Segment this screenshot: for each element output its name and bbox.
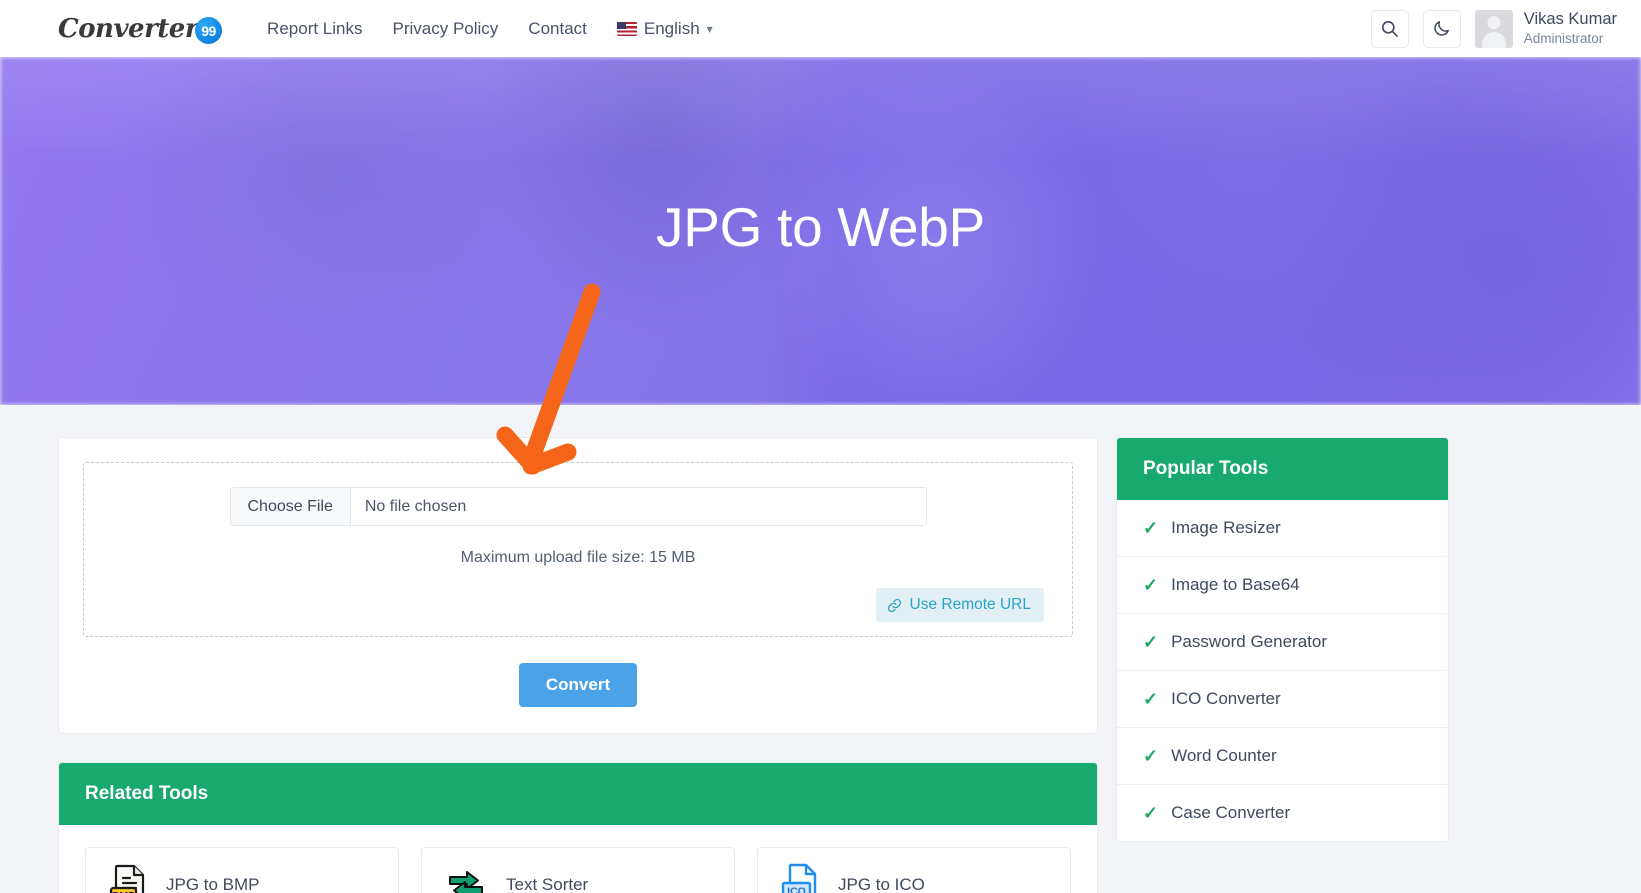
page-title: JPG to WebP (656, 196, 985, 258)
sidebar-item-image-to-base64[interactable]: ✓ Image to Base64 (1117, 557, 1448, 614)
dropzone[interactable]: Choose File No file chosen Maximum uploa… (83, 462, 1073, 637)
site-logo[interactable]: Converter 99 (58, 13, 223, 44)
user-role: Administrator (1523, 30, 1604, 46)
sort-arrows-icon (449, 871, 483, 893)
right-sidebar: Popular Tools ✓ Image Resizer ✓ Image to… (1116, 437, 1449, 842)
sidebar-item-word-counter[interactable]: ✓ Word Counter (1117, 728, 1448, 785)
chevron-down-icon: ▾ (706, 21, 713, 36)
max-upload-size-text: Maximum upload file size: 15 MB (460, 549, 696, 566)
check-icon: ✓ (1143, 746, 1159, 766)
check-icon: ✓ (1143, 518, 1159, 538)
logo-badge: 99 (195, 17, 223, 44)
related-tool-jpg-to-ico[interactable]: ICO JPG to ICO (757, 847, 1071, 893)
sidebar-item-ico-converter[interactable]: ✓ ICO Converter (1117, 671, 1448, 728)
sidebar-item-label: Password Generator (1171, 632, 1327, 651)
logo-text: Converter (58, 13, 199, 44)
related-tool-label: Text Sorter (506, 875, 589, 893)
upload-card: Choose File No file chosen Maximum uploa… (58, 437, 1098, 734)
sidebar-item-label: Case Converter (1171, 803, 1291, 822)
main-nav: Report Links Privacy Policy Contact Engl… (267, 19, 713, 39)
sidebar-item-label: Word Counter (1171, 746, 1277, 765)
user-info: Vikas Kumar Administrator (1524, 10, 1617, 47)
user-name: Vikas Kumar (1523, 9, 1617, 28)
ico-file-icon: ICO (781, 863, 817, 893)
search-icon (1382, 20, 1399, 37)
sidebar-item-label: ICO Converter (1171, 689, 1281, 708)
check-icon: ✓ (1143, 575, 1159, 595)
file-row: Choose File No file chosen (112, 487, 1044, 526)
use-remote-url-label: Use Remote URL (909, 596, 1031, 613)
use-remote-url-button[interactable]: Use Remote URL (875, 588, 1044, 622)
related-tool-jpg-to-bmp[interactable]: BMP JPG to BMP (85, 847, 399, 893)
sidebar-item-image-resizer[interactable]: ✓ Image Resizer (1117, 500, 1448, 557)
check-icon: ✓ (1143, 689, 1159, 709)
remote-url-row: Use Remote URL (112, 588, 1044, 622)
language-label: English (643, 18, 700, 38)
popular-tools-title: Popular Tools (1117, 438, 1448, 500)
top-header: Converter 99 Report Links Privacy Policy … (0, 0, 1641, 57)
check-icon: ✓ (1143, 632, 1159, 652)
popular-tools-panel: Popular Tools ✓ Image Resizer ✓ Image to… (1116, 437, 1449, 842)
chosen-file-name: No file chosen (364, 497, 467, 515)
sidebar-item-password-generator[interactable]: ✓ Password Generator (1117, 614, 1448, 671)
search-button[interactable] (1370, 9, 1409, 48)
sidebar-item-case-converter[interactable]: ✓ Case Converter (1117, 785, 1448, 841)
language-selector[interactable]: English ▾ (616, 18, 713, 39)
choose-file-button[interactable]: Choose File (230, 488, 351, 525)
theme-toggle-button[interactable] (1422, 9, 1461, 48)
related-tool-label: JPG to BMP (166, 875, 260, 893)
sidebar-item-label: Image to Base64 (1171, 575, 1300, 594)
related-tools-grid: BMP JPG to BMP Text Sorter (59, 825, 1097, 893)
sidebar-item-label: Image Resizer (1171, 518, 1281, 537)
nav-link-privacy-policy[interactable]: Privacy Policy (392, 19, 498, 39)
hero-banner: JPG to WebP (0, 57, 1641, 405)
user-menu[interactable]: Vikas Kumar Administrator (1474, 9, 1617, 48)
nav-link-contact[interactable]: Contact (528, 19, 587, 39)
convert-button[interactable]: Convert (518, 663, 638, 707)
check-icon: ✓ (1143, 803, 1159, 823)
related-tool-text-sorter[interactable]: Text Sorter (421, 847, 735, 893)
related-tool-label: JPG to ICO (838, 875, 925, 893)
moon-icon (1434, 21, 1450, 36)
bmp-file-icon: BMP (109, 864, 145, 893)
nav-link-report-links[interactable]: Report Links (267, 19, 362, 39)
convert-row: Convert (83, 663, 1073, 707)
header-actions: Vikas Kumar Administrator (1370, 9, 1617, 48)
left-column: Choose File No file chosen Maximum uploa… (58, 437, 1098, 893)
avatar (1474, 9, 1513, 48)
us-flag-icon (616, 21, 637, 36)
related-tools-panel: Related Tools BMP JPG to BMP (58, 762, 1098, 893)
file-input[interactable]: Choose File No file chosen (229, 487, 927, 526)
ico-badge-text: ICO (787, 886, 806, 893)
link-icon (887, 598, 901, 612)
related-tools-title: Related Tools (59, 763, 1097, 825)
main-content: Choose File No file chosen Maximum uploa… (0, 405, 1641, 893)
